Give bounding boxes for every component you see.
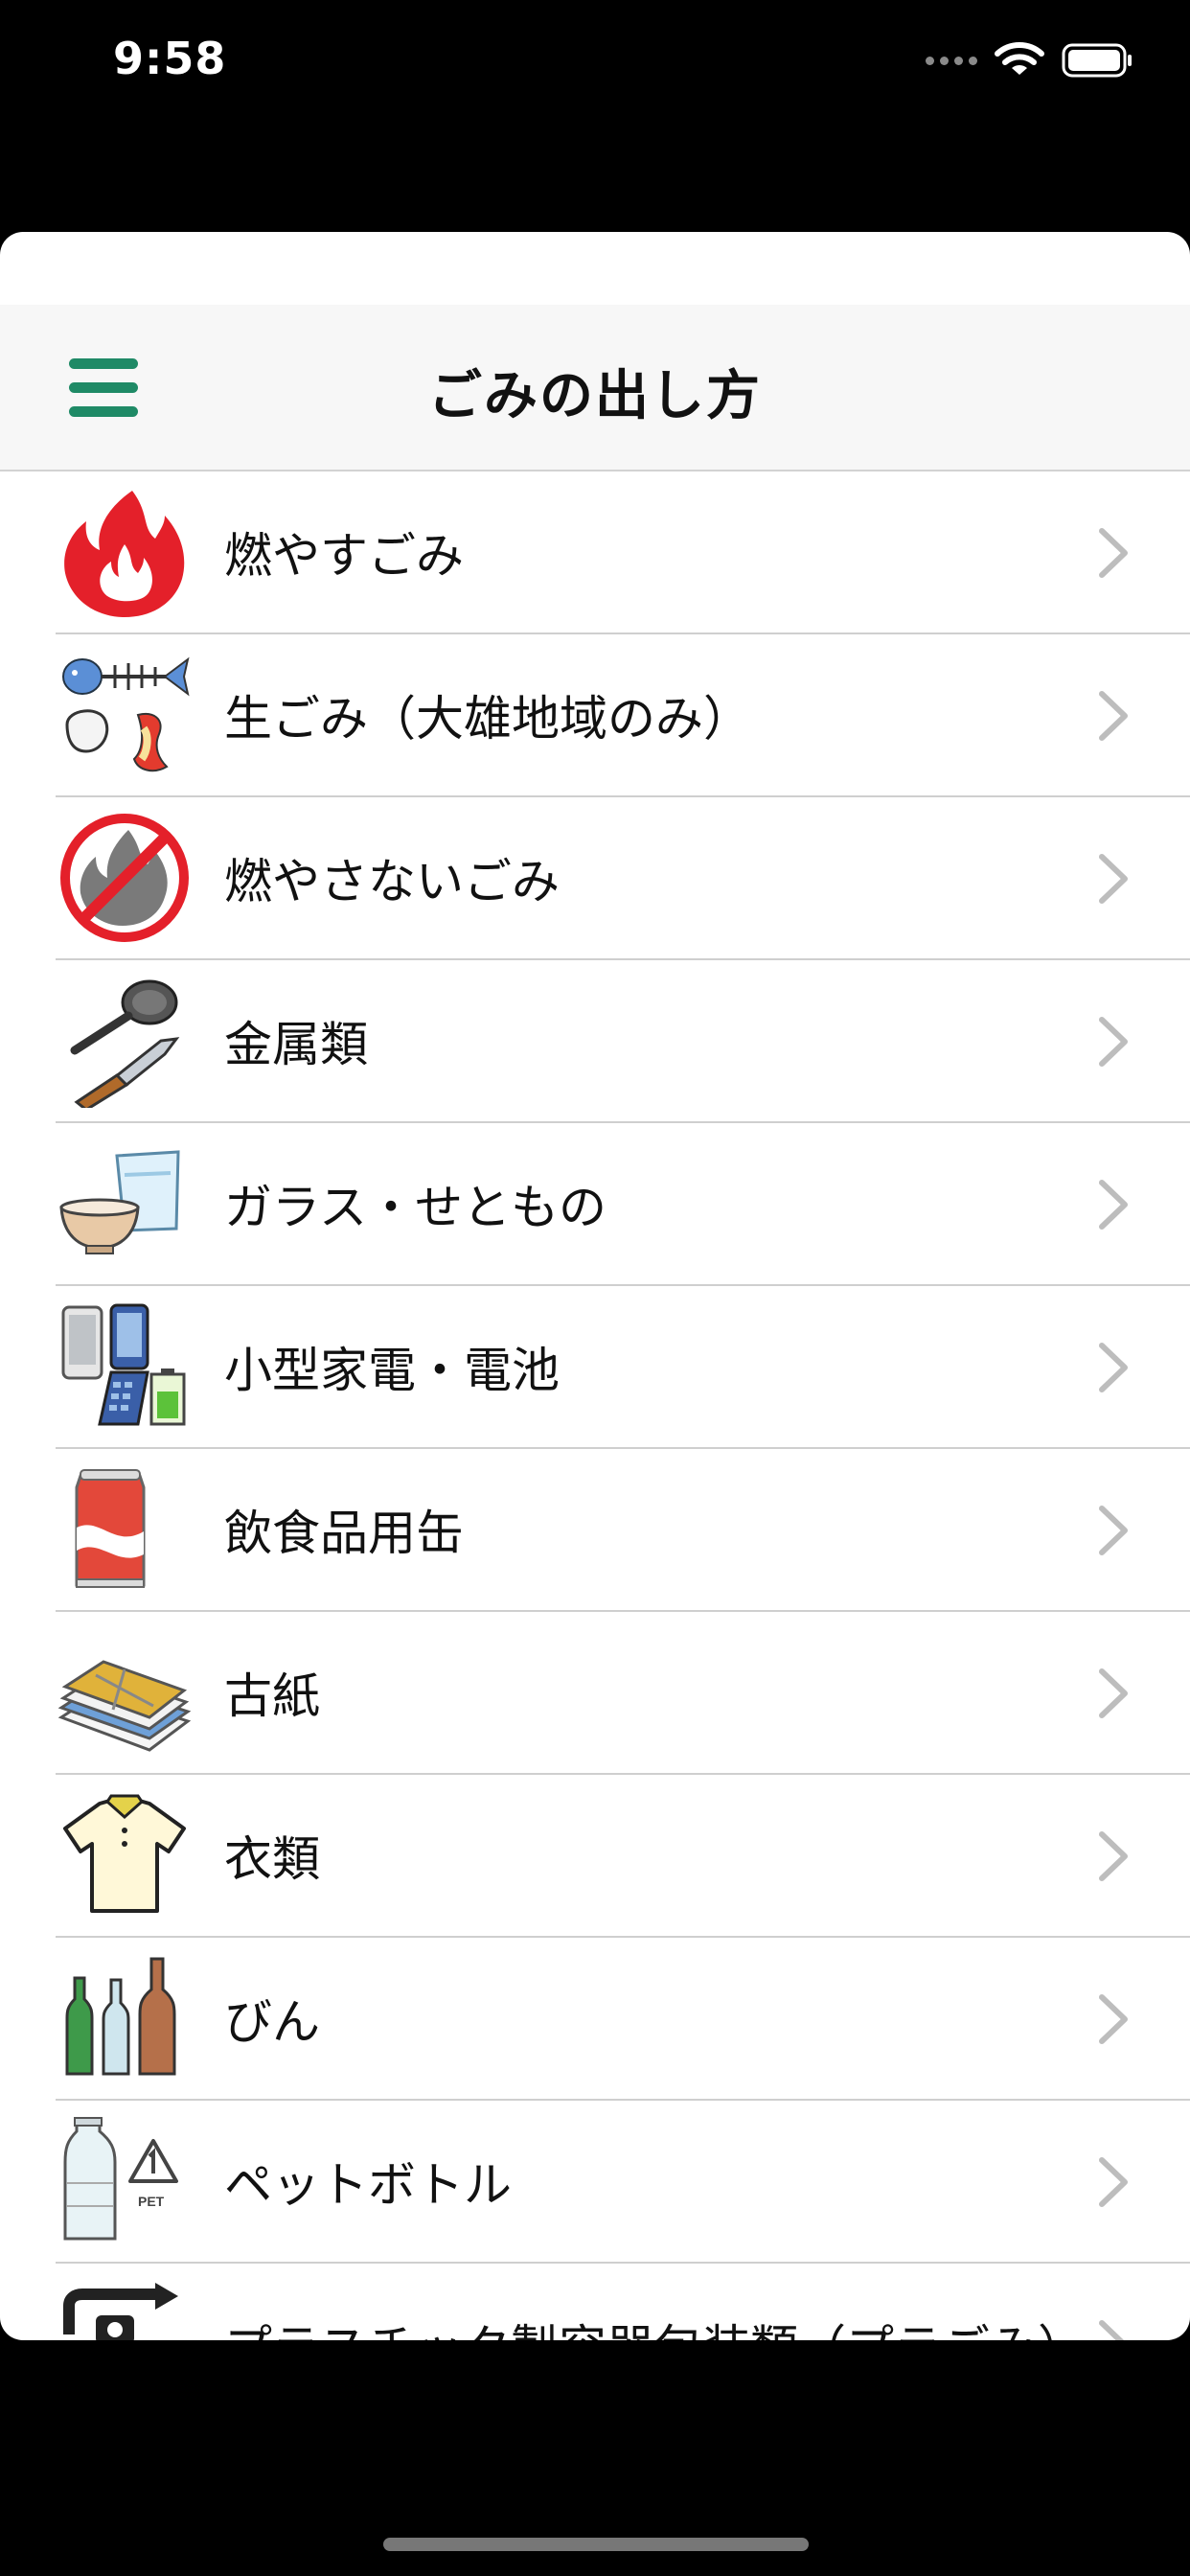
list-item-plastic[interactable]: プラスチック製容器包装類（プラごみ） (0, 2264, 1190, 2340)
list-item-label: 燃やすごみ (224, 528, 464, 584)
list-item-label: ペットボトル (224, 2157, 512, 2213)
list-item-small-appliance[interactable]: 小型家電・電池 (0, 1286, 1190, 1449)
list-item-label: 衣類 (224, 1831, 320, 1887)
pet-bottle-icon: PET (63, 2117, 178, 2241)
paper-icon (57, 1660, 192, 1752)
list-item-metal[interactable]: 金属類 (0, 960, 1190, 1123)
list-item-non-burnable[interactable]: 燃やさないごみ (0, 797, 1190, 960)
list-item-label: 生ごみ（大雄地域のみ） (224, 691, 751, 747)
chevron-right-icon (1099, 528, 1128, 578)
list-item-label: 燃やさないごみ (224, 854, 560, 909)
navigation-bar: ごみの出し方 (0, 305, 1190, 472)
list-item-bottle[interactable]: びん (0, 1938, 1190, 2101)
waste-category-list: 燃やすごみ 生ごみ（大雄地域のみ） 燃やさないごみ 金属類 ガラス・せともの 小… (0, 472, 1190, 2340)
chevron-right-icon (1099, 1017, 1128, 1067)
chevron-right-icon (1099, 854, 1128, 904)
chevron-right-icon (1099, 2157, 1128, 2207)
clothing-icon (63, 1794, 186, 1913)
list-item-can[interactable]: 飲食品用缶 (0, 1449, 1190, 1612)
list-item-label: ガラス・せともの (224, 1180, 606, 1235)
list-item-label: 古紙 (224, 1668, 320, 1724)
glass-pottery-icon (59, 1150, 180, 1254)
status-icons (926, 42, 1134, 79)
chevron-right-icon (1099, 691, 1128, 741)
list-item-label: びん (224, 1994, 320, 2050)
page-title: ごみの出し方 (428, 365, 762, 427)
chevron-right-icon (1099, 1994, 1128, 2044)
no-burn-icon (60, 814, 189, 942)
food-waste-icon (62, 656, 190, 772)
status-time: 9:58 (113, 33, 227, 84)
small-appliance-icon (61, 1303, 186, 1426)
chevron-right-icon (1099, 1831, 1128, 1881)
plastic-icon (63, 2283, 178, 2340)
list-item-burnable[interactable]: 燃やすごみ (0, 472, 1190, 634)
status-bar: 9:58 (0, 0, 1190, 134)
can-icon (75, 1469, 146, 1588)
fire-icon (64, 491, 185, 617)
battery-icon (1062, 43, 1132, 78)
list-item-label: 飲食品用缶 (224, 1506, 464, 1561)
list-item-pet-bottle[interactable]: PET ペットボトル (0, 2101, 1190, 2264)
list-item-food-waste[interactable]: 生ごみ（大雄地域のみ） (0, 634, 1190, 797)
svg-text:PET: PET (138, 2194, 165, 2209)
list-item-label: 小型家電・電池 (224, 1343, 560, 1398)
metal-icon (70, 979, 180, 1108)
home-indicator[interactable] (383, 2538, 809, 2551)
list-item-glass-pottery[interactable]: ガラス・せともの (0, 1123, 1190, 1286)
chevron-right-icon (1099, 1668, 1128, 1718)
chevron-right-icon (1099, 2320, 1125, 2340)
list-item-paper[interactable]: 古紙 (0, 1612, 1190, 1775)
chevron-right-icon (1099, 1180, 1128, 1230)
chevron-right-icon (1099, 1343, 1128, 1392)
cellular-signal-icon (926, 56, 977, 65)
list-item-label: 金属類 (224, 1017, 368, 1072)
list-item-clothing[interactable]: 衣類 (0, 1775, 1190, 1938)
wifi-icon (995, 42, 1044, 75)
modal-sheet: ごみの出し方 燃やすごみ 生ごみ（大雄地域のみ） 燃やさないごみ 金属類 ガラス… (0, 232, 1190, 2340)
list-item-label: プラスチック製容器包装類（プラごみ） (224, 2310, 1086, 2340)
bottle-icon (65, 1957, 176, 2076)
chevron-right-icon (1099, 1506, 1128, 1555)
